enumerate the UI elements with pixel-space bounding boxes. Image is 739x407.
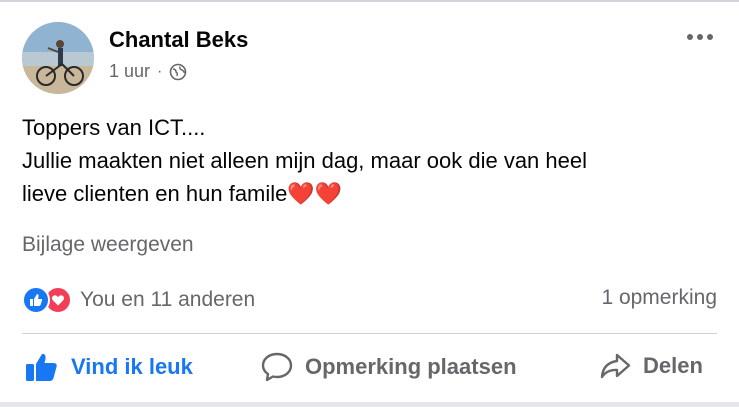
- author-name[interactable]: Chantal Beks: [109, 27, 248, 53]
- thumbs-up-reaction-icon: [22, 286, 50, 314]
- more-options-icon[interactable]: [687, 34, 713, 40]
- like-button[interactable]: Vind ik leuk: [25, 352, 193, 382]
- comment-label: Opmerking plaatsen: [305, 354, 517, 379]
- like-label: Vind ik leuk: [71, 354, 193, 379]
- top-divider: [0, 0, 739, 2]
- post-meta: 1 uur ·: [109, 61, 187, 82]
- post-time[interactable]: 1 uur: [109, 61, 150, 82]
- avatar-photo: [22, 22, 94, 94]
- heart-emoji: ❤️❤️: [287, 181, 343, 206]
- comments-count[interactable]: 1 opmerking: [601, 286, 717, 310]
- post-text-line: Toppers van ICT....: [22, 115, 206, 140]
- action-bar: Vind ik leuk Opmerking plaatsen Delen: [22, 352, 717, 390]
- comment-button[interactable]: Opmerking plaatsen: [261, 352, 517, 382]
- share-label: Delen: [643, 353, 703, 378]
- share-arrow-icon: [599, 352, 631, 380]
- actions-divider: [22, 333, 717, 334]
- bottom-divider: [0, 402, 739, 407]
- thumbs-up-icon: [25, 352, 59, 382]
- post-card: Chantal Beks 1 uur · Toppers van ICT....…: [0, 0, 739, 407]
- globe-icon: [169, 63, 187, 81]
- reactions-summary[interactable]: You en 11 anderen: [22, 286, 255, 314]
- attachment-link[interactable]: Bijlage weergeven: [22, 233, 194, 257]
- avatar[interactable]: [22, 22, 94, 94]
- post-text-line: lieve clienten en hun famile❤️❤️: [22, 177, 712, 210]
- post-text: Toppers van ICT.... Jullie maakten niet …: [22, 111, 712, 210]
- post-text-line: Jullie maakten niet alleen mijn dag, maa…: [22, 148, 587, 173]
- meta-separator: ·: [157, 62, 163, 80]
- comment-bubble-icon: [261, 352, 293, 382]
- share-button[interactable]: Delen: [599, 352, 703, 380]
- reactions-count: You en 11 anderen: [80, 288, 256, 311]
- post-text-line-content: lieve clienten en hun famile: [22, 181, 288, 206]
